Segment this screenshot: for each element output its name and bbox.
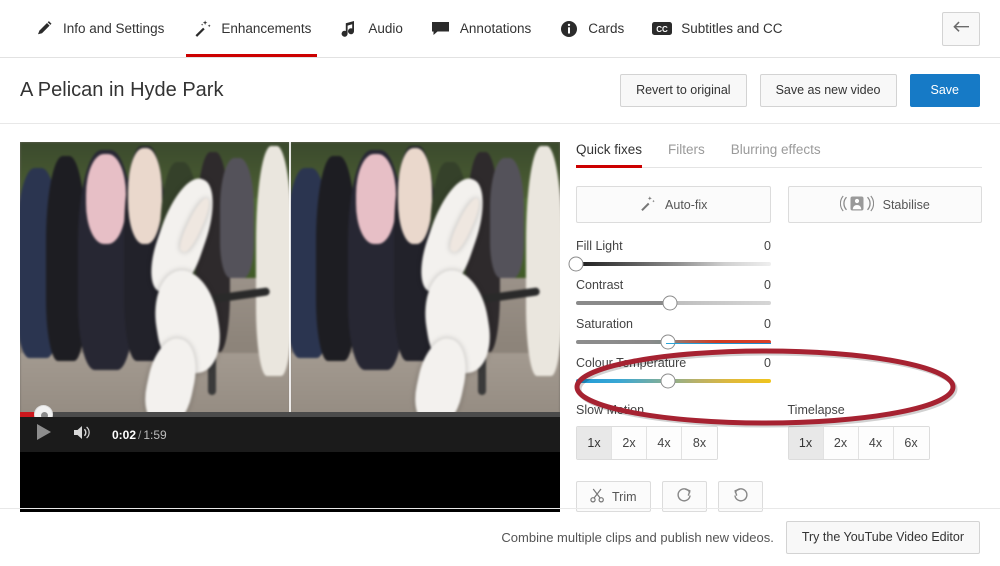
slow-motion-2x[interactable]: 2x: [612, 427, 647, 459]
slider-contrast[interactable]: Contrast 0: [576, 278, 771, 311]
slider-label: Saturation: [576, 317, 633, 331]
save-as-new-video-button[interactable]: Save as new video: [759, 74, 897, 107]
stabilise-label: Stabilise: [882, 197, 930, 212]
back-arrow-icon: [952, 20, 970, 38]
slider-value: 0: [764, 239, 771, 253]
nav-tab-label: Enhancements: [221, 20, 312, 36]
slider-colour-temperature[interactable]: Colour Temperature 0: [576, 356, 771, 389]
tab-filters[interactable]: Filters: [668, 142, 705, 167]
before-after-divider: [289, 142, 291, 452]
nav-tab-subtitles-and-cc[interactable]: CC Subtitles and CC: [638, 0, 796, 57]
timelapse-group: Timelapse 1x 2x 4x 6x: [787, 403, 983, 460]
adjustment-sliders: Fill Light 0 Contrast 0 Saturation 0 Col…: [568, 239, 982, 389]
time-separator: /: [138, 427, 142, 442]
try-video-editor-button[interactable]: Try the YouTube Video Editor: [785, 521, 980, 554]
timelapse-2x[interactable]: 2x: [823, 427, 859, 459]
info-circle-icon: [559, 19, 579, 39]
scissors-icon: [590, 488, 605, 506]
music-note-icon: [339, 19, 359, 39]
volume-icon: [73, 424, 93, 446]
revert-to-original-button[interactable]: Revert to original: [620, 74, 747, 107]
timelapse-6x[interactable]: 6x: [893, 427, 929, 459]
nav-tab-label: Audio: [368, 20, 403, 36]
play-icon: [35, 423, 52, 446]
nav-tab-enhancements[interactable]: Enhancements: [178, 0, 325, 57]
timelapse-label: Timelapse: [787, 403, 845, 417]
speed-controls: Slow Motion 1x 2x 4x 8x Timelapse 1x 2x …: [576, 403, 982, 460]
tab-blurring-effects[interactable]: Blurring effects: [731, 142, 821, 167]
slider-label: Contrast: [576, 278, 624, 292]
time-display: 0:02/1:59: [112, 428, 167, 442]
slider-track[interactable]: [576, 373, 771, 389]
timelapse-1x[interactable]: 1x: [788, 427, 824, 459]
back-button[interactable]: [942, 12, 980, 46]
svg-text:CC: CC: [656, 25, 668, 34]
slider-saturation[interactable]: Saturation 0: [576, 317, 771, 350]
nav-tab-label: Cards: [588, 20, 625, 36]
auto-fix-label: Auto-fix: [665, 197, 708, 212]
slow-motion-group: Slow Motion 1x 2x 4x 8x: [576, 403, 771, 460]
nav-tab-audio[interactable]: Audio: [325, 0, 417, 57]
timelapse-4x[interactable]: 4x: [858, 427, 894, 459]
slider-label: Colour Temperature: [576, 356, 687, 370]
slider-value: 0: [764, 278, 771, 292]
slow-motion-buttons: 1x 2x 4x 8x: [576, 426, 718, 460]
magic-wand-icon: [192, 19, 212, 39]
slow-motion-1x[interactable]: 1x: [577, 427, 612, 459]
slider-knob[interactable]: [568, 256, 584, 272]
trim-label: Trim: [612, 489, 637, 504]
main-content: 0:02/1:59 Quick fixes Filters Blurring e…: [0, 124, 1000, 512]
top-navigation-bar: Info and Settings Enhancements Audio Ann…: [0, 0, 1000, 58]
auto-fix-button[interactable]: Auto-fix: [576, 186, 771, 223]
nav-tab-annotations[interactable]: Annotations: [417, 0, 545, 57]
save-button[interactable]: Save: [909, 74, 980, 107]
nav-tab-cards[interactable]: Cards: [545, 0, 638, 57]
footer-text: Combine multiple clips and publish new v…: [501, 530, 774, 545]
video-preview-enhanced: [290, 142, 560, 452]
slider-label: Fill Light: [576, 239, 623, 253]
stabilise-icon: [839, 195, 874, 215]
current-time: 0:02: [112, 427, 137, 442]
slider-track[interactable]: [576, 334, 771, 350]
magic-wand-icon: [639, 195, 656, 215]
nav-tab-label: Subtitles and CC: [681, 20, 783, 36]
video-preview-original: [20, 142, 290, 452]
play-button[interactable]: [32, 424, 54, 446]
slider-knob[interactable]: [662, 295, 678, 311]
pencil-icon: [34, 19, 54, 39]
slider-knob[interactable]: [660, 373, 676, 389]
rotate-left-icon: [732, 487, 749, 507]
title-bar: A Pelican in Hyde Park Revert to origina…: [0, 58, 1000, 124]
player-controls: 0:02/1:59: [20, 417, 560, 452]
slow-motion-4x[interactable]: 4x: [647, 427, 682, 459]
cc-icon: CC: [652, 19, 673, 39]
speech-bubble-icon: [431, 19, 451, 39]
slow-motion-label: Slow Motion: [576, 403, 645, 417]
panel-tab-bar: Quick fixes Filters Blurring effects: [576, 142, 982, 168]
stabilise-button[interactable]: Stabilise: [787, 186, 982, 223]
timelapse-buttons: 1x 2x 4x 6x: [787, 426, 930, 460]
slow-motion-8x[interactable]: 8x: [682, 427, 717, 459]
title-action-buttons: Revert to original Save as new video Sav…: [620, 74, 980, 107]
tab-quick-fixes[interactable]: Quick fixes: [576, 142, 643, 168]
slider-value: 0: [764, 317, 771, 331]
page-title: A Pelican in Hyde Park: [20, 79, 224, 101]
slider-knob[interactable]: [660, 334, 676, 350]
slider-track[interactable]: [568, 256, 771, 272]
slider-track[interactable]: [576, 295, 771, 311]
nav-tab-info-and-settings[interactable]: Info and Settings: [20, 0, 178, 57]
video-player[interactable]: 0:02/1:59: [20, 142, 560, 512]
quick-fix-buttons: Auto-fix Stabilise: [576, 186, 982, 223]
volume-button[interactable]: [72, 424, 94, 446]
enhancements-panel: Quick fixes Filters Blurring effects Aut…: [568, 142, 982, 512]
rotate-right-icon: [676, 487, 693, 507]
duration: 1:59: [143, 427, 167, 442]
slider-value: 0: [764, 356, 771, 370]
nav-tab-label: Info and Settings: [63, 20, 165, 36]
footer-bar: Combine multiple clips and publish new v…: [0, 508, 1000, 566]
video-preview[interactable]: 0:02/1:59: [20, 142, 560, 452]
slider-fill-light[interactable]: Fill Light 0: [568, 239, 771, 272]
nav-tab-label: Annotations: [459, 20, 532, 36]
